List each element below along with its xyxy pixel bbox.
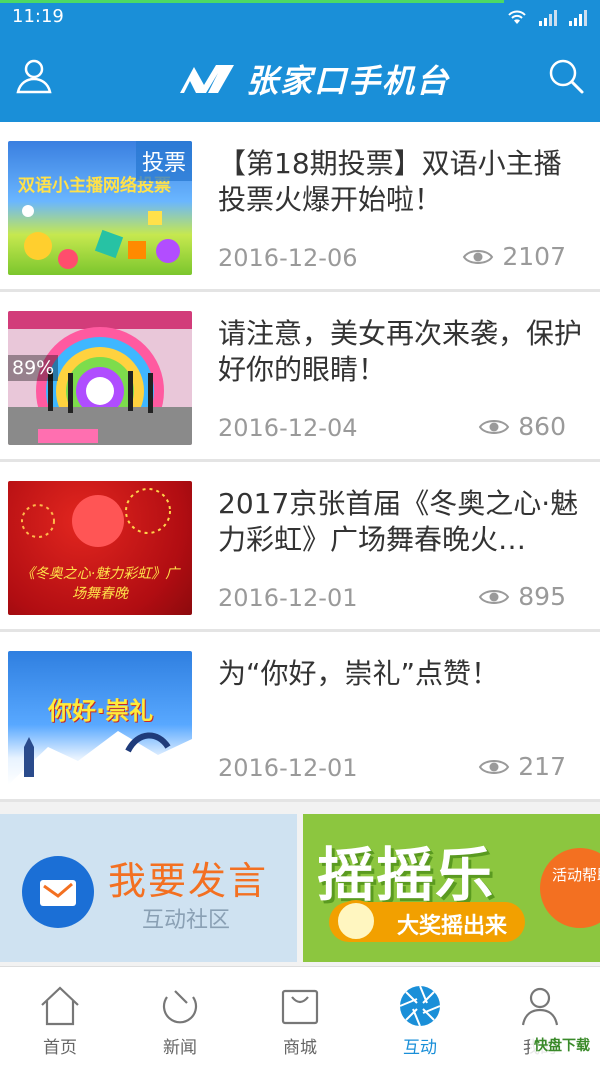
eye-icon [479, 419, 510, 434]
profile-icon [521, 987, 559, 1026]
tab-label: 商城 [283, 1038, 317, 1058]
thumb-caption: 《冬奥之心·魅力彩虹》广场舞春晚 [20, 566, 180, 602]
tab-interact[interactable]: 互动 [360, 967, 480, 1067]
view-count-value: 217 [518, 752, 566, 781]
view-count-value: 860 [518, 412, 566, 441]
news-thumbnail: 《冬奥之心·魅力彩虹》广场舞春晚 [8, 481, 192, 615]
news-title: 为“你好，崇礼”点赞！ [218, 657, 500, 690]
coin-icon [335, 900, 377, 942]
tab-news[interactable]: 新闻 [120, 967, 240, 1067]
view-count: 895 [478, 582, 566, 611]
news-thumbnail: 双语小主播网络投票 投票 [8, 141, 192, 275]
news-title: 【第18期投票】双语小主播投票火爆开始啦！ [218, 147, 562, 216]
eye-icon [463, 249, 494, 264]
tab-home[interactable]: 首页 [0, 967, 120, 1067]
logo-mark-icon [180, 65, 234, 93]
vote-tag: 投票 [135, 141, 192, 181]
app-title: 张家口手机台 [246, 62, 451, 100]
activity-help-button[interactable]: 活动帮助 [540, 848, 600, 928]
shop-bag-icon [281, 989, 319, 1025]
eye-icon [479, 759, 510, 774]
news-item[interactable]: 《冬奥之心·魅力彩虹》广场舞春晚 2017京张首届《冬奥之心·魅力彩虹》广场舞春… [0, 462, 600, 632]
news-date: 2016-12-06 [218, 244, 358, 272]
tab-label: 首页 [43, 1038, 77, 1058]
news-thumbnail: 你好·崇礼 [8, 651, 192, 785]
tab-label: 新闻 [163, 1038, 197, 1058]
news-icon [162, 990, 198, 1024]
speak-banner-sub: 互动社区 [142, 908, 231, 933]
mail-icon [22, 856, 94, 928]
search-icon[interactable] [546, 56, 586, 96]
aperture-icon [399, 985, 441, 1027]
tab-shop[interactable]: 商城 [240, 967, 360, 1067]
home-icon [41, 986, 79, 1026]
shake-banner-headline: 摇摇乐 [317, 841, 495, 909]
view-count: 2107 [462, 242, 566, 271]
app-header: 张家口手机台 [0, 34, 600, 122]
eye-icon [479, 589, 510, 604]
news-item[interactable]: 你好·崇礼 为“你好，崇礼”点赞！ 2016-12-01 217 [0, 632, 600, 802]
news-thumbnail: 89% [8, 311, 192, 445]
signal-icon [539, 10, 557, 26]
thumb-caption: 你好·崇礼 [48, 697, 154, 725]
news-date: 2016-12-04 [218, 414, 358, 442]
tab-label: 互动 [403, 1038, 437, 1058]
wifi-icon [508, 10, 526, 24]
news-date: 2016-12-01 [218, 754, 358, 782]
app-logo: 张家口手机台 [176, 56, 450, 102]
system-icons [506, 8, 588, 26]
news-feed: 双语小主播网络投票 投票 【第18期投票】双语小主播投票火爆开始啦！ 2016-… [0, 122, 600, 802]
progress-overlay: 89% [8, 355, 59, 381]
view-count-value: 895 [518, 582, 566, 611]
news-title: 请注意，美女再次来袭，保护好你的眼睛！ [218, 317, 583, 386]
news-item[interactable]: 89% 请注意，美女再次来袭，保护好你的眼睛！ 2016-12-04 860 [0, 292, 600, 462]
watermark: 快盘下载 [530, 1033, 594, 1057]
view-count: 860 [478, 412, 566, 441]
news-item[interactable]: 双语小主播网络投票 投票 【第18期投票】双语小主播投票火爆开始啦！ 2016-… [0, 122, 600, 292]
view-count-value: 2107 [502, 242, 566, 271]
user-icon[interactable] [14, 56, 54, 96]
status-bar: 11:19 [0, 0, 600, 34]
news-date: 2016-12-01 [218, 584, 358, 612]
status-time: 11:19 [12, 6, 64, 27]
promo-banners: 我要发言 互动社区 摇摇乐 大奖摇出来 活动帮助 [0, 814, 600, 962]
bottom-tab-bar: 首页 新闻 商城 互动 我的 快盘下载 [0, 966, 600, 1067]
view-count: 217 [478, 752, 566, 781]
signal-icon [569, 10, 587, 26]
speak-banner-headline: 我要发言 [108, 859, 269, 903]
shake-banner[interactable]: 摇摇乐 大奖摇出来 活动帮助 [303, 814, 600, 962]
news-title: 2017京张首届《冬奥之心·魅力彩虹》广场舞春晚火… [218, 487, 579, 556]
loading-progress-bar [0, 0, 504, 3]
speak-banner[interactable]: 我要发言 互动社区 [0, 814, 297, 962]
